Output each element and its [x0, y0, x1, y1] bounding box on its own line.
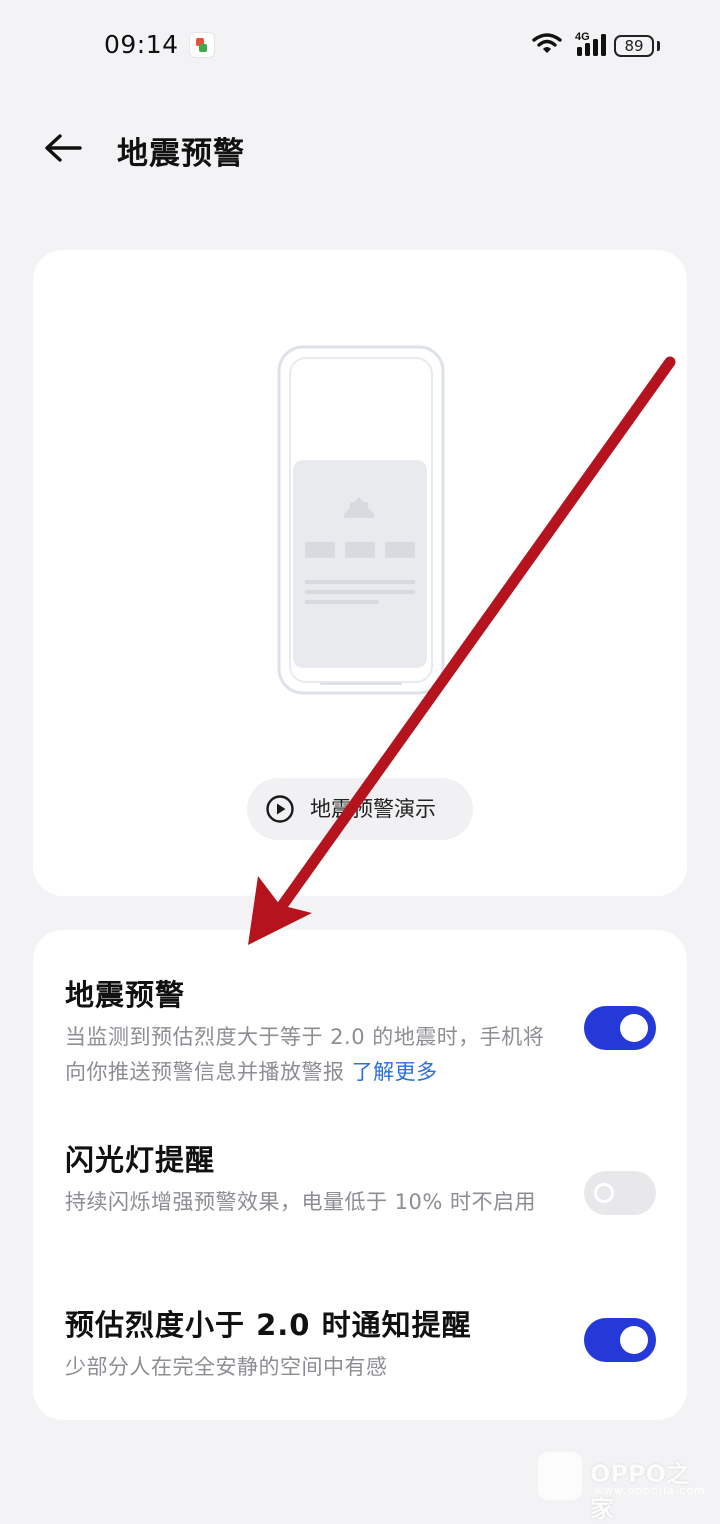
watermark-url: www.oppojia.com: [594, 1484, 706, 1497]
watermark-logo-icon: [538, 1452, 582, 1500]
annotation-arrow: [248, 356, 676, 945]
watermark: OPPO之家 www.oppojia.com: [538, 1448, 708, 1523]
